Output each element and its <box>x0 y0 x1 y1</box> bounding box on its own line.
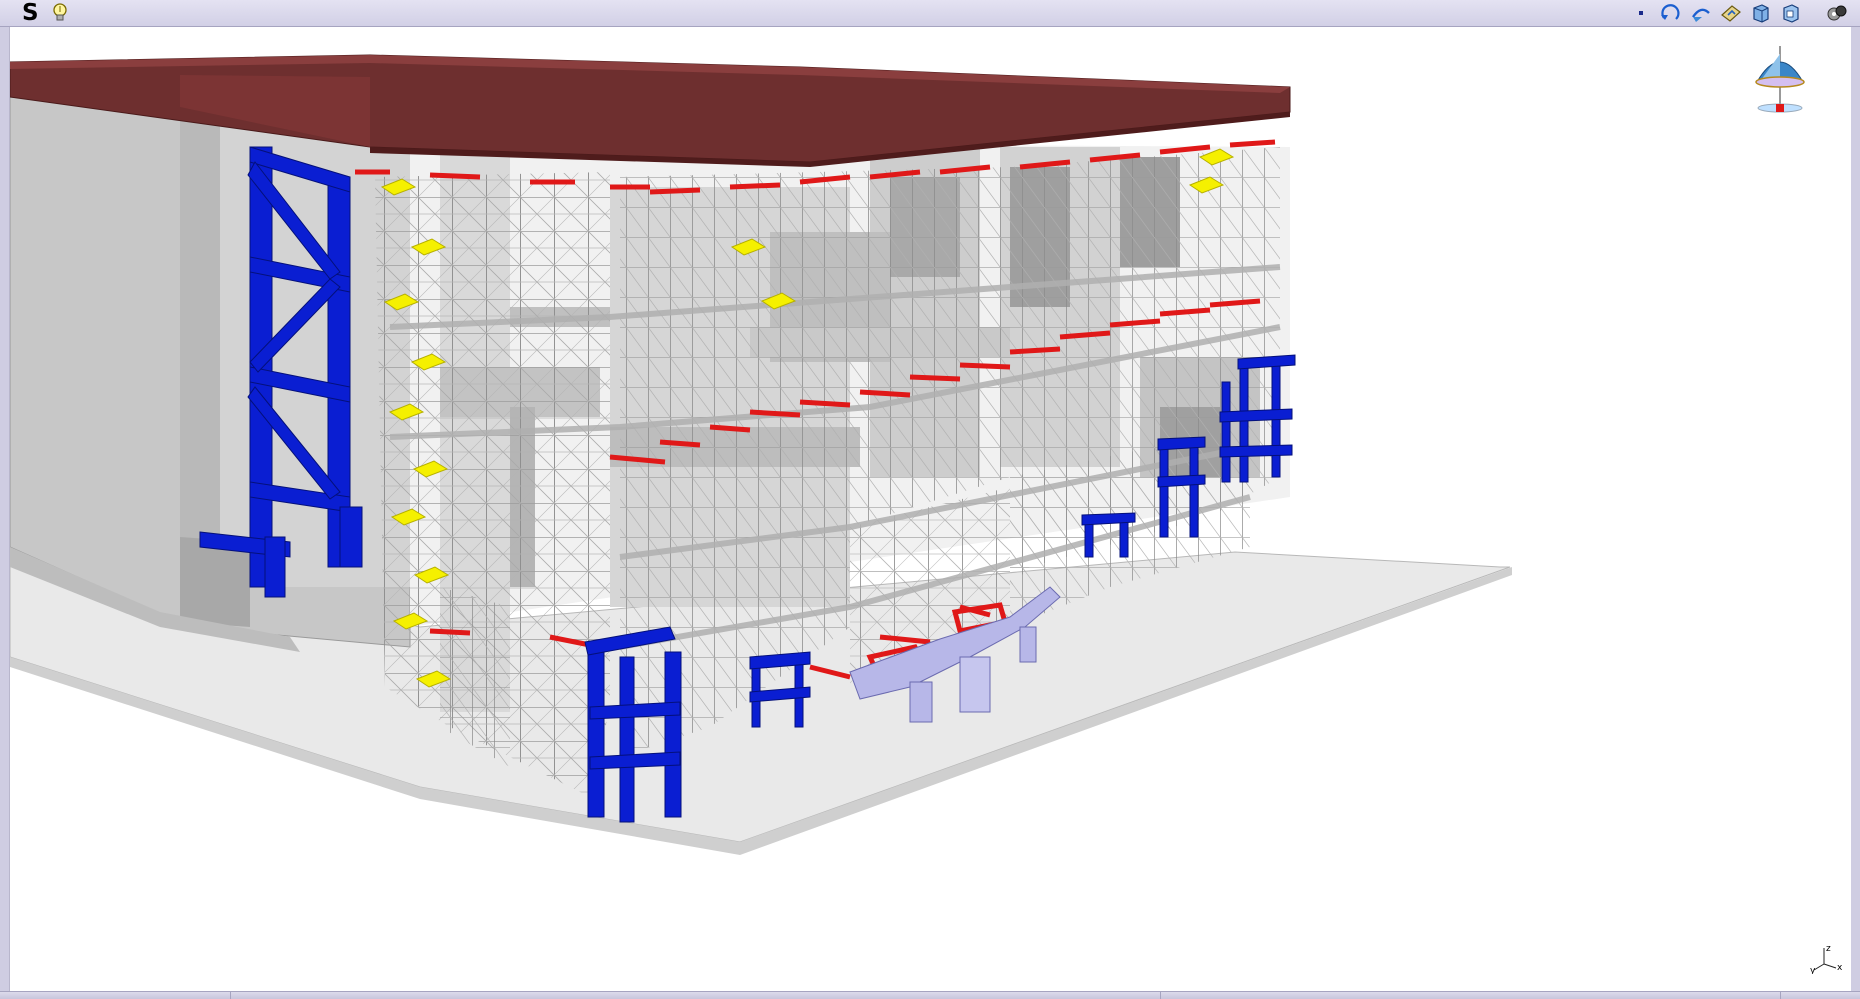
top-toolbar: S <box>0 0 1860 27</box>
fit-all-icon[interactable] <box>1716 2 1746 24</box>
point-icon[interactable] <box>1626 2 1656 24</box>
toolbar-separator <box>1806 2 1822 24</box>
bulb-icon[interactable] <box>52 3 68 27</box>
multi-view-icon[interactable] <box>1776 2 1806 24</box>
3d-viewport[interactable]: z y x <box>10 27 1851 991</box>
app-logo: S <box>22 0 39 26</box>
3d-scene[interactable] <box>10 27 1851 991</box>
normal-view-icon[interactable] <box>1746 2 1776 24</box>
axis-y-label: y <box>1810 966 1816 974</box>
axis-triad: z y x <box>1810 944 1843 974</box>
rotate-icon[interactable] <box>1656 2 1686 24</box>
axis-z-label: z <box>1826 944 1831 954</box>
view-compass[interactable] <box>1745 42 1815 122</box>
viewport-frame-right <box>1850 27 1860 991</box>
axis-x-label: x <box>1837 963 1843 973</box>
viewport-frame-left <box>0 27 10 991</box>
render-style-icon[interactable] <box>1822 2 1852 24</box>
pan-icon[interactable] <box>1686 2 1716 24</box>
